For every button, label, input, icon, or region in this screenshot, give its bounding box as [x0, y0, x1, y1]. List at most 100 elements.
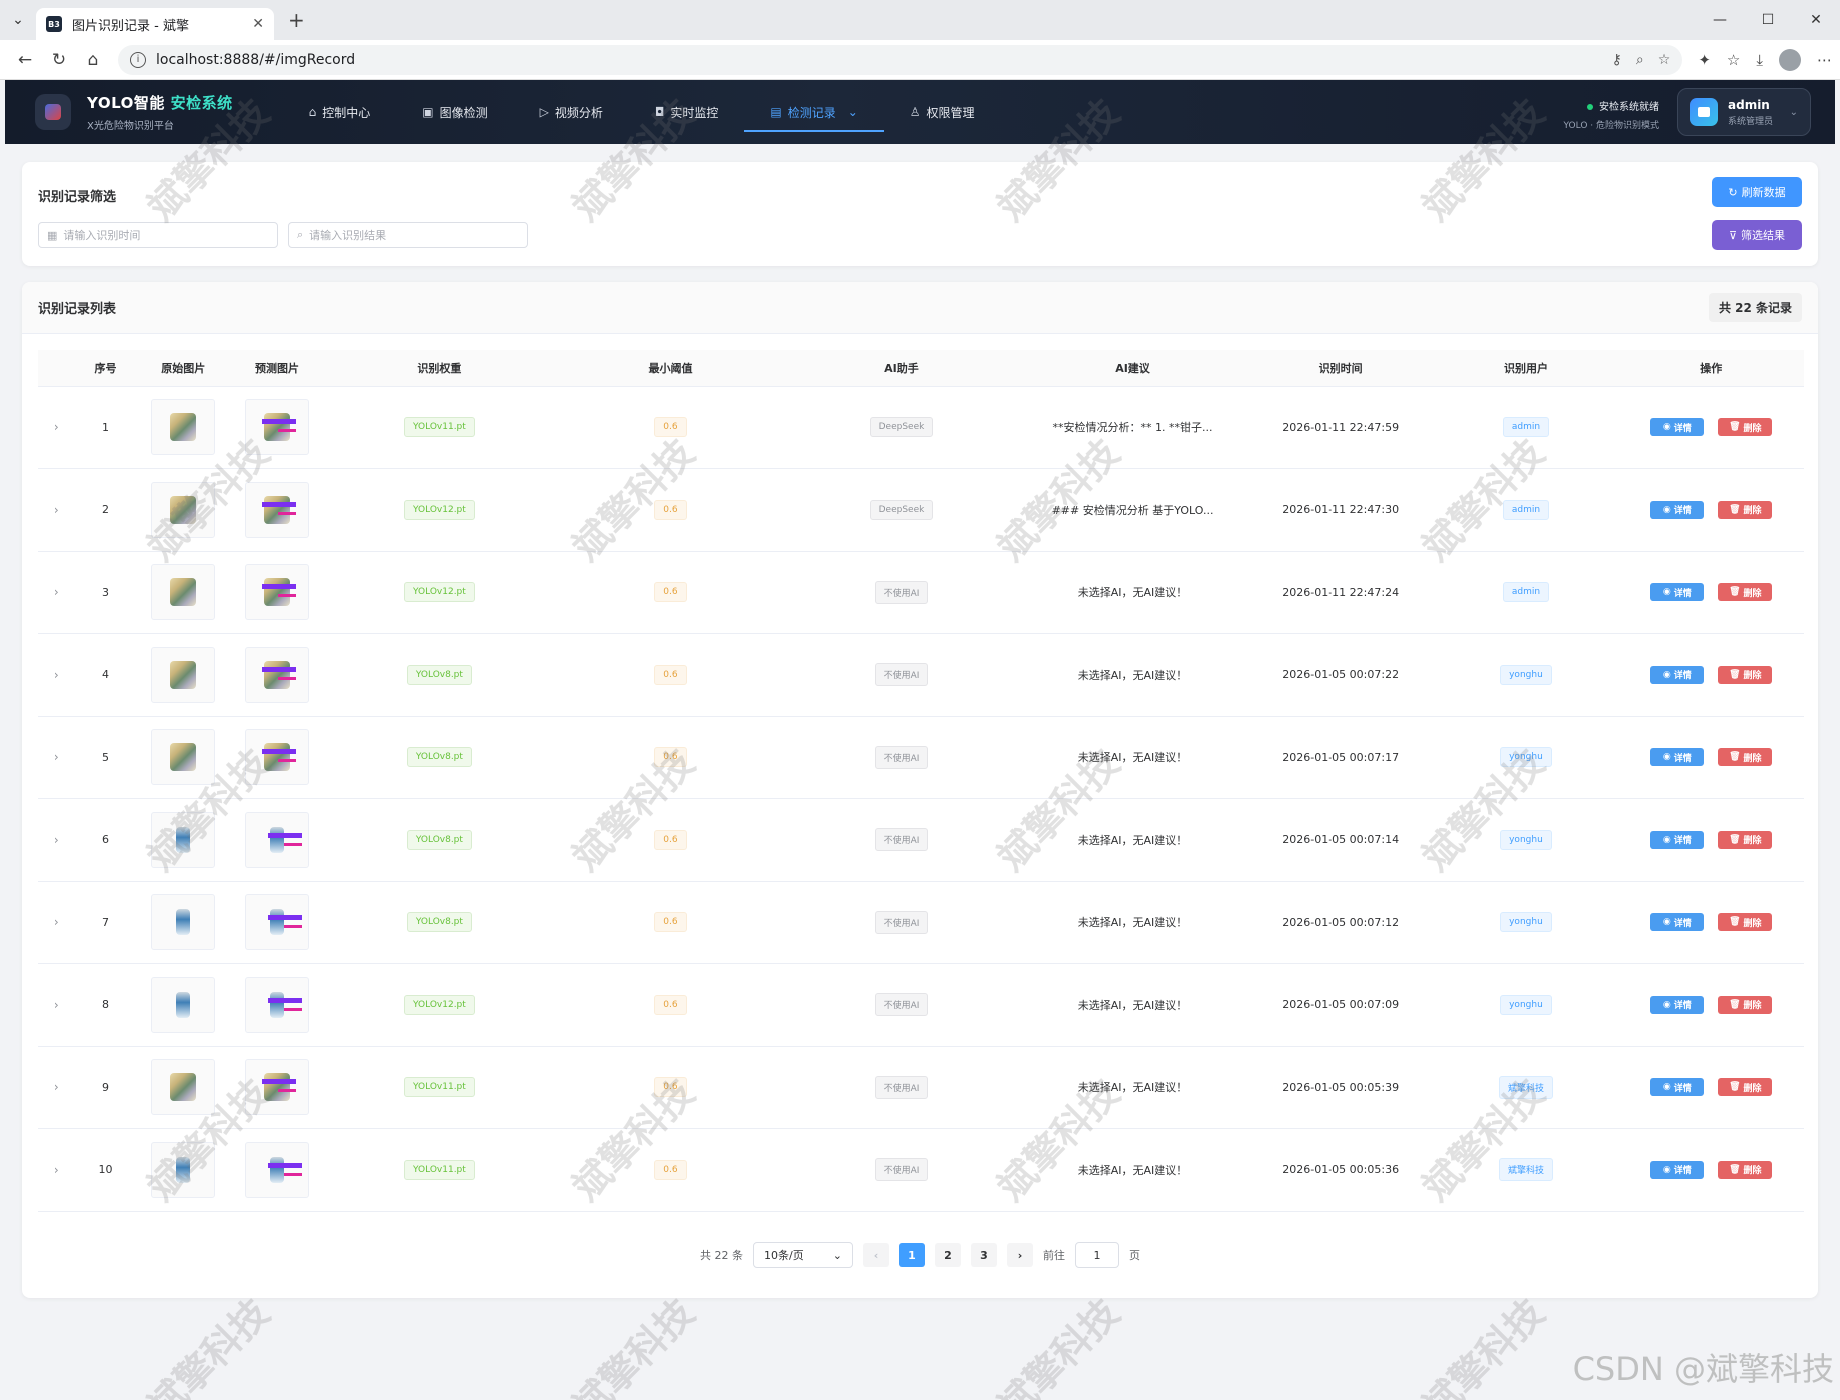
detail-button[interactable]: ◉ 详情 — [1650, 500, 1705, 519]
reload-button[interactable]: ↻ — [42, 43, 76, 77]
eye-icon: ◉ — [1662, 1082, 1671, 1093]
original-image-thumbnail[interactable] — [151, 729, 216, 786]
nav-item-5[interactable]: ♙ 权限管理 — [884, 80, 1001, 144]
original-image-thumbnail[interactable] — [151, 894, 216, 951]
predicted-image-thumbnail[interactable] — [245, 729, 310, 786]
expand-row-icon[interactable]: › — [54, 750, 59, 764]
delete-button[interactable]: 🗑 删除 — [1718, 665, 1773, 684]
detail-button[interactable]: ◉ 详情 — [1650, 1160, 1705, 1179]
site-info-icon[interactable]: i — [130, 51, 146, 68]
column-header: AI建议 — [1017, 350, 1249, 387]
detail-button[interactable]: ◉ 详情 — [1650, 418, 1705, 437]
close-window-button[interactable]: ✕ — [1792, 0, 1840, 40]
result-input[interactable]: ⌕ 请输入识别结果 — [288, 222, 528, 248]
original-image-thumbnail[interactable] — [151, 1059, 216, 1116]
expand-row-icon[interactable]: › — [54, 998, 59, 1012]
nav-item-2[interactable]: ▷ 视频分析 — [514, 80, 629, 144]
zoom-icon[interactable]: ⌕ — [1636, 52, 1644, 68]
nav-item-3[interactable]: ◘ 实时监控 — [629, 80, 745, 144]
minimize-button[interactable]: — — [1696, 0, 1744, 40]
new-tab-button[interactable]: + — [288, 8, 305, 32]
delete-label: 删除 — [1743, 753, 1762, 764]
row-index: 3 — [74, 551, 137, 634]
detail-button[interactable]: ◉ 详情 — [1650, 995, 1705, 1014]
detail-button[interactable]: ◉ 详情 — [1650, 913, 1705, 932]
delete-button[interactable]: 🗑 删除 — [1718, 913, 1773, 932]
star-icon[interactable]: ☆ — [1658, 52, 1671, 68]
delete-button[interactable]: 🗑 删除 — [1718, 500, 1773, 519]
original-image-thumbnail[interactable] — [151, 646, 216, 703]
original-image-thumbnail[interactable] — [151, 481, 216, 538]
delete-button[interactable]: 🗑 删除 — [1718, 1160, 1773, 1179]
profile-avatar[interactable] — [1779, 48, 1801, 71]
browser-tab[interactable]: B3 图片识别记录 - 斌擎 ✕ — [36, 8, 274, 40]
delete-button[interactable]: 🗑 删除 — [1718, 748, 1773, 767]
favorites-icon[interactable]: ☆ — [1727, 51, 1740, 69]
threshold-tag: 0.6 — [654, 829, 687, 850]
record-time: 2026-01-11 22:47:30 — [1248, 468, 1434, 552]
page-size-select[interactable]: 10条/页 ⌄ — [753, 1242, 853, 1268]
detail-label: 详情 — [1673, 1083, 1692, 1094]
more-menu-icon[interactable]: ⋯ — [1817, 51, 1832, 69]
tab-list-button[interactable]: ⌄ — [0, 0, 36, 40]
page-button[interactable]: 2 — [935, 1243, 961, 1267]
nav-item-0[interactable]: ⌂ 控制中心 — [283, 80, 397, 144]
delete-button[interactable]: 🗑 删除 — [1718, 995, 1773, 1014]
url-field[interactable]: i localhost:8888/#/imgRecord ⚷ ⌕ ☆ — [118, 44, 1683, 75]
predicted-image-thumbnail[interactable] — [245, 976, 310, 1033]
predicted-image-thumbnail[interactable] — [245, 811, 310, 868]
time-input[interactable]: ▦ 请输入识别时间 — [38, 222, 278, 248]
detail-button[interactable]: ◉ 详情 — [1650, 1078, 1705, 1097]
detail-button[interactable]: ◉ 详情 — [1650, 665, 1705, 684]
delete-button[interactable]: 🗑 删除 — [1718, 1078, 1773, 1097]
user-menu[interactable]: admin 系统管理员 ⌄ — [1677, 88, 1811, 136]
predicted-image-thumbnail[interactable] — [245, 1141, 310, 1198]
filter-button[interactable]: ⊽ 筛选结果 — [1712, 220, 1802, 250]
expand-row-icon[interactable]: › — [54, 833, 59, 847]
row-index: 9 — [74, 1046, 137, 1129]
key-icon[interactable]: ⚷ — [1612, 52, 1622, 68]
expand-row-icon[interactable]: › — [54, 585, 59, 599]
page-button[interactable]: 1 — [899, 1243, 925, 1267]
weight-tag: YOLOv12.pt — [404, 994, 475, 1015]
row-index: 4 — [74, 633, 137, 717]
goto-page-input[interactable]: 1 — [1075, 1242, 1119, 1268]
delete-button[interactable]: 🗑 删除 — [1718, 583, 1773, 602]
predicted-image-thumbnail[interactable] — [245, 646, 310, 703]
extensions-icon[interactable]: ✦ — [1698, 51, 1711, 69]
close-tab-icon[interactable]: ✕ — [252, 16, 264, 32]
delete-button[interactable]: 🗑 删除 — [1718, 830, 1773, 849]
detail-button[interactable]: ◉ 详情 — [1650, 583, 1705, 602]
predicted-image-thumbnail[interactable] — [245, 894, 310, 951]
expand-row-icon[interactable]: › — [54, 1080, 59, 1094]
original-image-thumbnail[interactable] — [151, 564, 216, 621]
back-button[interactable]: ← — [8, 43, 42, 77]
goto-label: 前往 — [1043, 1249, 1065, 1262]
home-button[interactable]: ⌂ — [76, 43, 110, 77]
refresh-button[interactable]: ↻ 刷新数据 — [1712, 177, 1802, 207]
page-button[interactable]: 3 — [971, 1243, 997, 1267]
expand-row-icon[interactable]: › — [54, 1163, 59, 1177]
detail-button[interactable]: ◉ 详情 — [1650, 748, 1705, 767]
download-icon[interactable]: ⤓ — [1756, 51, 1763, 69]
nav-item-1[interactable]: ▣ 图像检测 — [396, 80, 513, 144]
predicted-image-thumbnail[interactable] — [245, 399, 310, 456]
next-page-button[interactable]: › — [1007, 1243, 1033, 1267]
detail-button[interactable]: ◉ 详情 — [1650, 830, 1705, 849]
predicted-image-thumbnail[interactable] — [245, 1059, 310, 1116]
original-image-thumbnail[interactable] — [151, 811, 216, 868]
threshold-tag: 0.6 — [654, 1077, 687, 1098]
original-image-thumbnail[interactable] — [151, 399, 216, 456]
expand-row-icon[interactable]: › — [54, 420, 59, 434]
nav-item-4[interactable]: ▤ 检测记录 ⌄ — [744, 80, 885, 144]
original-image-thumbnail[interactable] — [151, 1141, 216, 1198]
predicted-image-thumbnail[interactable] — [245, 481, 310, 538]
expand-row-icon[interactable]: › — [54, 503, 59, 517]
expand-row-icon[interactable]: › — [54, 915, 59, 929]
delete-button[interactable]: 🗑 删除 — [1718, 418, 1773, 437]
expand-row-icon[interactable]: › — [54, 668, 59, 682]
prev-page-button[interactable]: ‹ — [863, 1243, 889, 1267]
maximize-button[interactable]: ☐ — [1744, 0, 1792, 40]
original-image-thumbnail[interactable] — [151, 976, 216, 1033]
predicted-image-thumbnail[interactable] — [245, 564, 310, 621]
